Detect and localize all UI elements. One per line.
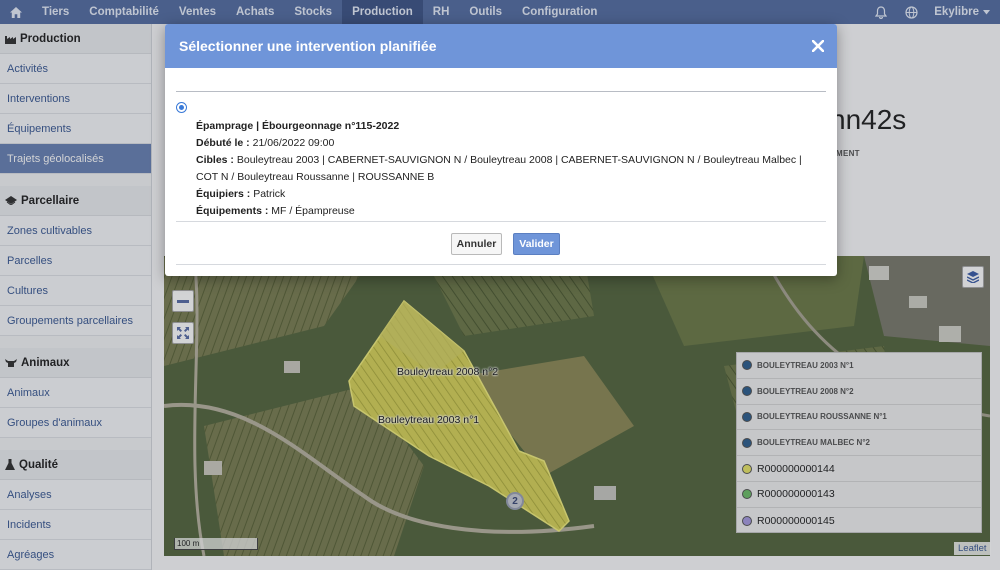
- targets-value: Bouleytreau 2003 | CABERNET-SAUVIGNON N …: [196, 154, 802, 183]
- equipment-value: MF / Épampreuse: [271, 205, 355, 217]
- modal-title: Sélectionner une intervention planifiée: [179, 38, 437, 54]
- divider: [176, 221, 826, 222]
- targets-label: Cibles :: [196, 154, 234, 166]
- divider: [176, 91, 826, 92]
- intervention-name: Épamprage | Ébourgeonnage n°115-2022: [196, 120, 400, 132]
- select-intervention-modal: Sélectionner une intervention planifiée …: [165, 24, 837, 276]
- workers-value: Patrick: [253, 188, 286, 200]
- started-value: 21/06/2022 09:00: [252, 137, 335, 149]
- modal-header: Sélectionner une intervention planifiée: [165, 24, 837, 68]
- intervention-radio[interactable]: [176, 102, 187, 113]
- confirm-button[interactable]: Valider: [513, 233, 560, 255]
- started-label: Débuté le :: [196, 137, 250, 149]
- modal-close-button[interactable]: [809, 37, 827, 55]
- intervention-details: Épamprage | Ébourgeonnage n°115-2022 Déb…: [196, 118, 806, 220]
- workers-label: Équipiers :: [196, 188, 251, 200]
- close-icon: [812, 40, 824, 52]
- cancel-button[interactable]: Annuler: [451, 233, 502, 255]
- equipment-label: Équipements :: [196, 205, 269, 217]
- divider: [176, 264, 826, 265]
